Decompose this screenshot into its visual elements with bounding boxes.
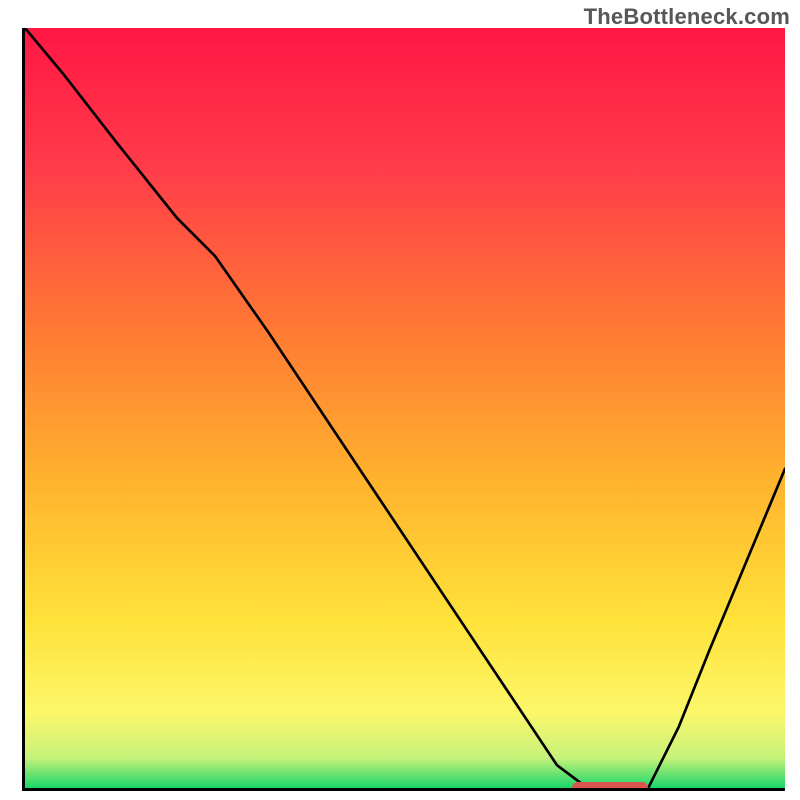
bottleneck-curve [25, 28, 785, 788]
chart-plot-area [22, 28, 785, 791]
optimal-range-marker [572, 782, 648, 791]
watermark-text: TheBottleneck.com [584, 4, 790, 30]
